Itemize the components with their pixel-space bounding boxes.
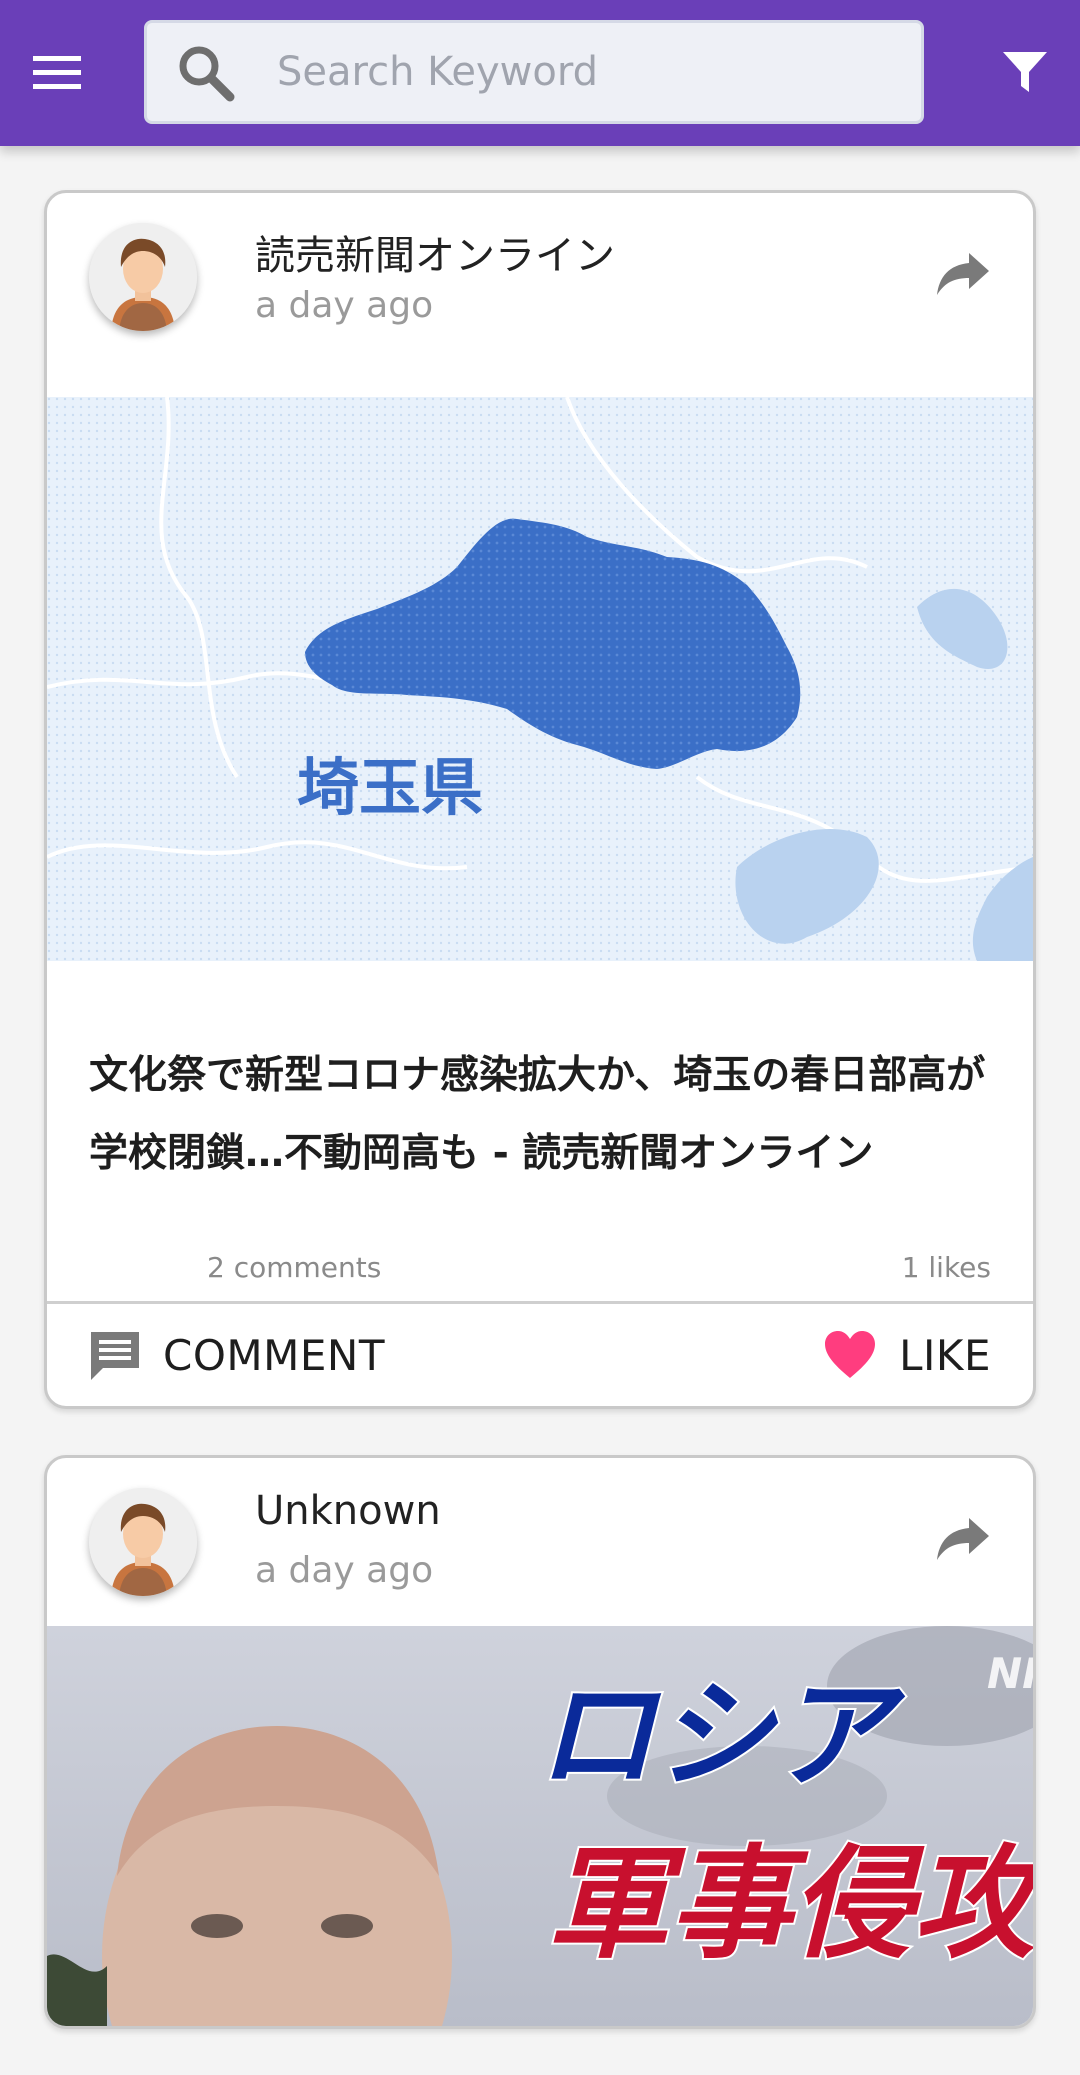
image-headline-bottom: 軍事侵攻	[547, 1833, 1033, 1975]
share-arrow-icon	[937, 253, 989, 295]
like-label: LIKE	[899, 1330, 991, 1380]
post-author: 読売新聞オンライン	[255, 233, 615, 279]
search-icon	[171, 38, 239, 106]
post-card: 読売新聞オンライン a day ago 埼玉県 文化祭で新型コロナ感染拡大か、埼…	[44, 190, 1036, 1409]
post-author: Unknown	[255, 1488, 441, 1534]
menu-button[interactable]	[22, 38, 92, 108]
image-watermark: NH	[987, 1649, 1033, 1698]
post-image[interactable]: 埼玉県	[47, 397, 1033, 961]
post-stats: 2 comments 1 likes	[47, 1193, 1033, 1301]
comments-count[interactable]: 2 comments	[207, 1251, 381, 1284]
app-bar	[0, 0, 1080, 146]
post-headline[interactable]: 文化祭で新型コロナ感染拡大か、埼玉の春日部高が学校閉鎖…不動岡高も - 読売新聞…	[89, 1037, 991, 1193]
image-headline-top: ロシア	[537, 1666, 906, 1804]
avatar[interactable]	[89, 223, 197, 331]
search-box[interactable]	[144, 20, 924, 124]
heart-icon	[825, 1331, 876, 1378]
news-feed: 読売新聞オンライン a day ago 埼玉県 文化祭で新型コロナ感染拡大か、埼…	[44, 190, 1036, 2075]
search-input[interactable]	[275, 36, 879, 108]
like-button[interactable]: LIKE	[823, 1324, 991, 1386]
post-time: a day ago	[255, 285, 434, 326]
comment-icon	[91, 1332, 139, 1380]
filter-button[interactable]	[992, 40, 1058, 106]
comment-label: COMMENT	[163, 1330, 385, 1380]
share-arrow-icon	[937, 1518, 989, 1560]
map-label: 埼玉県	[297, 751, 483, 824]
post-time: a day ago	[255, 1550, 434, 1591]
post-header: 読売新聞オンライン a day ago	[47, 193, 1033, 397]
post-header: Unknown a day ago	[47, 1458, 1033, 1626]
post-image[interactable]: NH ロシア 軍事侵攻	[47, 1626, 1033, 2026]
filter-funnel-icon	[1003, 52, 1047, 92]
likes-count[interactable]: 1 likes	[902, 1251, 991, 1284]
post-actions: COMMENT LIKE	[47, 1301, 1033, 1406]
post-card: Unknown a day ago N ロシア 軍事侵攻	[44, 1455, 1036, 2029]
share-button[interactable]	[933, 247, 993, 303]
comment-button[interactable]: COMMENT	[89, 1324, 385, 1386]
share-button[interactable]	[933, 1512, 993, 1568]
avatar[interactable]	[89, 1488, 197, 1596]
hamburger-menu-icon	[33, 56, 81, 89]
